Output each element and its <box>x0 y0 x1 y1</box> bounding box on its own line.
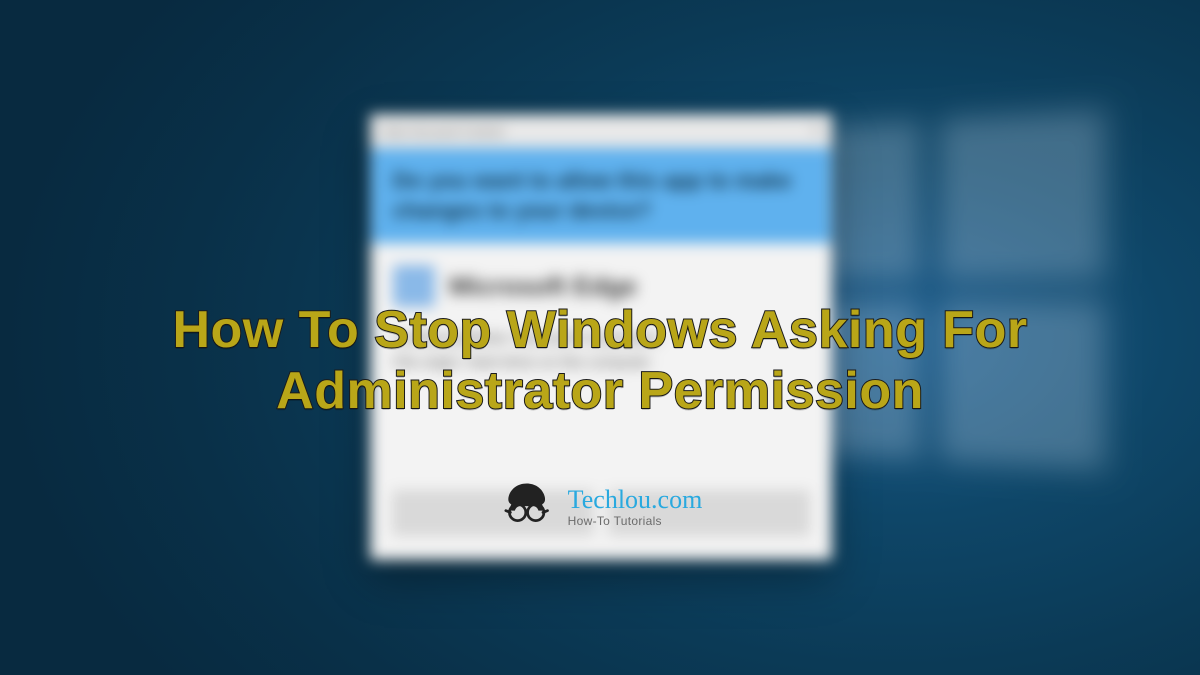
uac-titlebar: User Account Control × <box>371 115 831 148</box>
uac-prompt: Do you want to allow this app to make ch… <box>371 148 831 243</box>
brand-name: Techlou.com <box>568 487 703 513</box>
brand-tagline: How-To Tutorials <box>568 515 703 527</box>
geek-head-icon <box>498 478 556 536</box>
site-logo: Techlou.com How-To Tutorials <box>498 478 703 536</box>
uac-titlebar-text: User Account Control <box>381 124 504 139</box>
article-headline: How To Stop Windows Asking For Administr… <box>0 300 1200 423</box>
close-icon[interactable]: × <box>812 122 821 140</box>
app-name: Microsoft Edge <box>449 271 637 302</box>
